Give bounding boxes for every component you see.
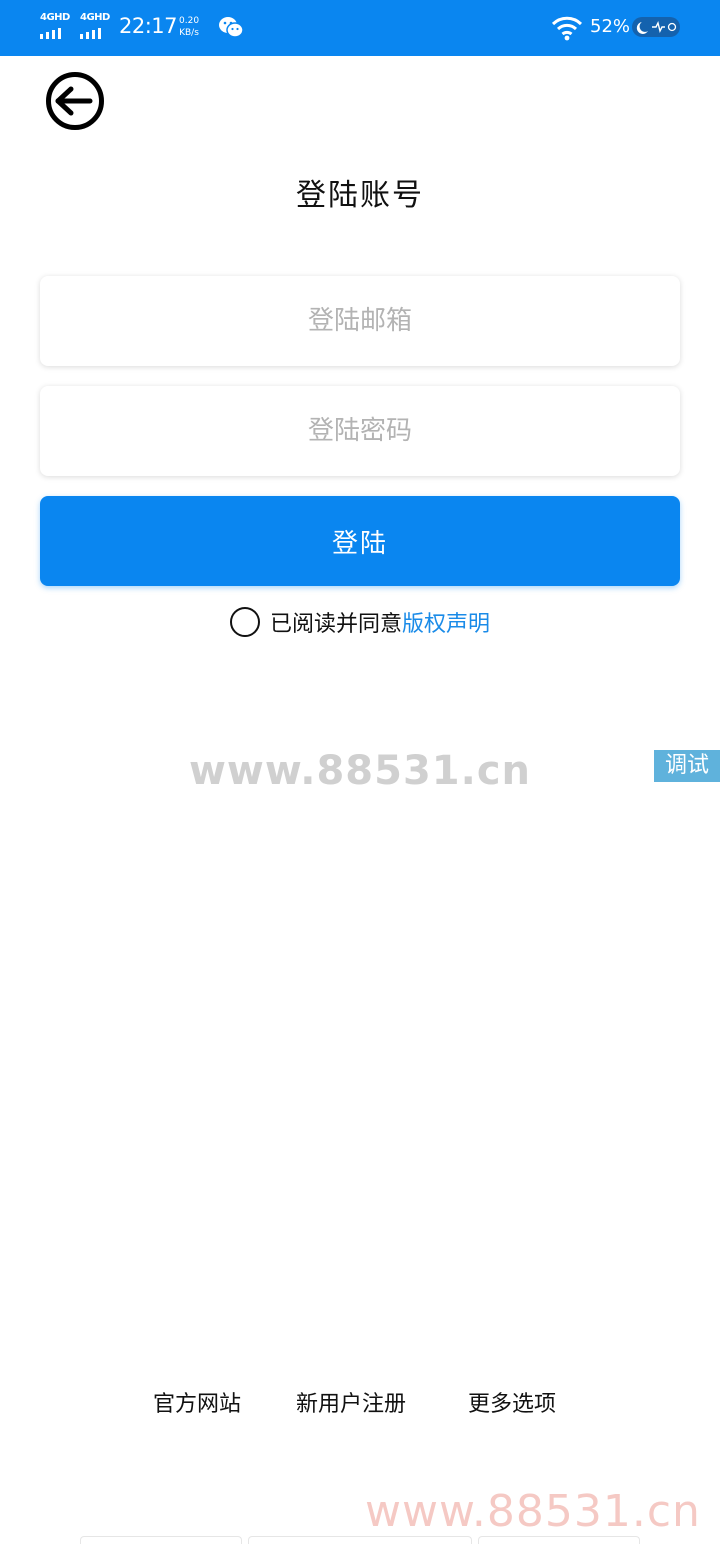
watermark-bottom: www.88531.cn xyxy=(365,1486,701,1537)
login-page: 4GHD 4GHD 22:17 0.20 KB/s 52% 登陆账号 登陆邮箱 … xyxy=(0,0,720,1544)
email-input[interactable] xyxy=(40,276,680,366)
signal-2-icon: 4GHD xyxy=(80,12,114,40)
watermark-center: www.88531.cn xyxy=(188,748,532,794)
email-field-container xyxy=(40,276,680,366)
bottom-edge xyxy=(0,1536,720,1544)
copyright-statement-link[interactable]: 版权声明 xyxy=(402,606,490,638)
password-input[interactable] xyxy=(40,386,680,476)
bottom-tab-right xyxy=(478,1536,640,1544)
network-speed-value: 0.20 xyxy=(179,16,200,26)
login-button[interactable]: 登陆 xyxy=(40,496,680,586)
status-bar: 4GHD 4GHD 22:17 0.20 KB/s 52% xyxy=(0,0,720,56)
page-title: 登陆账号 xyxy=(296,178,424,213)
debug-button[interactable]: 调试 xyxy=(654,750,720,782)
back-button[interactable] xyxy=(45,71,105,131)
battery-percent: 52% xyxy=(590,16,631,37)
bottom-tab-center xyxy=(248,1536,472,1544)
bottom-tab-left xyxy=(80,1536,242,1544)
network-speed-unit: KB/s xyxy=(179,28,199,38)
footer-links: 官方网站 新用户注册 更多选项 xyxy=(0,1386,720,1422)
network-speed: 0.20 KB/s xyxy=(179,15,199,39)
agreement-row: 已阅读并同意 版权声明 xyxy=(0,604,720,640)
wifi-icon xyxy=(551,15,583,45)
official-website-link[interactable]: 官方网站 xyxy=(153,1386,241,1418)
wechat-icon xyxy=(218,15,244,43)
more-options-link[interactable]: 更多选项 xyxy=(468,1386,556,1418)
clock: 22:17 xyxy=(119,14,178,38)
password-field-container xyxy=(40,386,680,476)
back-arrow-circle-icon xyxy=(46,72,104,130)
new-user-register-link[interactable]: 新用户注册 xyxy=(296,1386,406,1418)
signal-1-icon: 4GHD xyxy=(40,12,74,40)
dnd-moon-icon xyxy=(632,17,680,37)
agree-checkbox[interactable] xyxy=(229,607,260,637)
signal-2-label: 4GHD xyxy=(80,12,110,23)
agreement-text: 已阅读并同意 xyxy=(269,612,402,637)
signal-1-label: 4GHD xyxy=(40,12,70,23)
